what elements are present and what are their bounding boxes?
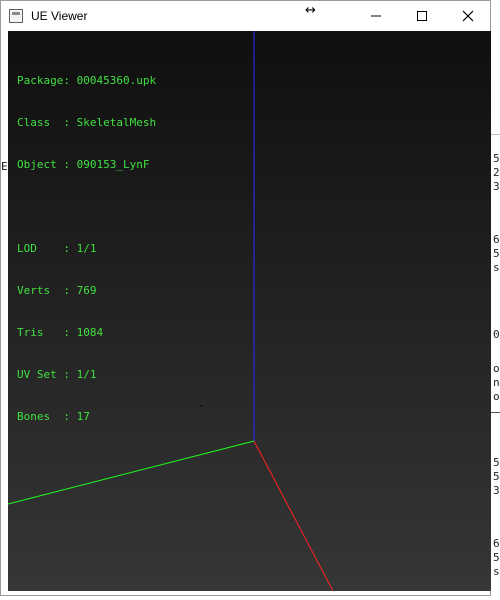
maximize-button[interactable] (399, 1, 445, 31)
info-value: 769 (76, 284, 97, 297)
console-char: o (493, 390, 500, 403)
3d-viewport[interactable]: Package: 00045360.upk Class : SkeletalMe… (8, 31, 491, 591)
info-label: Tris : (17, 326, 70, 339)
info-value: 17 (76, 410, 90, 423)
info-value: SkeletalMesh (76, 116, 157, 129)
info-row-class: Class : SkeletalMesh (17, 116, 156, 130)
console-char: 5 (493, 470, 500, 483)
console-char: n (493, 376, 500, 389)
mesh-speck (201, 405, 202, 407)
background-console-panel (491, 104, 500, 135)
mesh-info-overlay: Package: 00045360.upk Class : SkeletalMe… (17, 46, 156, 452)
info-row-lod: LOD : 1/1 (17, 242, 156, 256)
minimize-button[interactable] (353, 1, 399, 31)
console-char: 3 (493, 180, 500, 193)
info-row-object: Object : 090153_LynF (17, 158, 156, 172)
console-char: 5 (493, 456, 500, 469)
mesh-speck (279, 404, 280, 405)
console-char: 0 (493, 328, 500, 341)
close-button[interactable] (445, 1, 491, 31)
close-icon (462, 10, 474, 22)
resize-cursor-icon: ↔ (305, 3, 316, 18)
info-label: LOD : (17, 242, 70, 255)
info-row-uvset: UV Set : 1/1 (17, 368, 156, 382)
info-row-tris: Tris : 1084 (17, 326, 156, 340)
console-char: 3 (493, 484, 500, 497)
info-row-bones: Bones : 17 (17, 410, 156, 424)
info-value: 1/1 (76, 368, 97, 381)
console-char: 6 (493, 537, 500, 550)
background-console-window: 5 2 3 6 5 s 0 o n o 5 5 3 6 5 s (490, 0, 500, 600)
minimize-icon (371, 15, 381, 17)
ue-viewer-window: UE Viewer ↔ Package: 00045360.upk Class … (0, 0, 491, 596)
info-label: Class : (17, 116, 70, 129)
console-divider (491, 412, 500, 413)
info-value: 090153_LynF (76, 158, 150, 171)
console-char: o (493, 362, 500, 375)
console-char: s (493, 565, 500, 578)
console-char: 5 (493, 247, 500, 260)
info-label: Package: (17, 74, 70, 87)
title-bar[interactable]: UE Viewer ↔ (1, 1, 490, 31)
app-window-icon (9, 9, 23, 23)
window-title: UE Viewer (31, 9, 88, 23)
maximize-icon (417, 11, 427, 21)
info-row-verts: Verts : 769 (17, 284, 156, 298)
info-label: Verts : (17, 284, 70, 297)
console-char: 6 (493, 233, 500, 246)
info-value: 1/1 (76, 242, 97, 255)
x-axis-line (253, 440, 334, 591)
info-label: UV Set : (17, 368, 70, 381)
info-row-package: Package: 00045360.upk (17, 74, 156, 88)
info-value: 1084 (76, 326, 104, 339)
info-value: 00045360.upk (76, 74, 157, 87)
info-label: Object : (17, 158, 70, 171)
console-char: s (493, 261, 500, 274)
console-char: 5 (493, 551, 500, 564)
background-console-fragment: E (1, 160, 8, 173)
console-char: 2 (493, 166, 500, 179)
console-char: 5 (493, 152, 500, 165)
info-label: Bones : (17, 410, 70, 423)
